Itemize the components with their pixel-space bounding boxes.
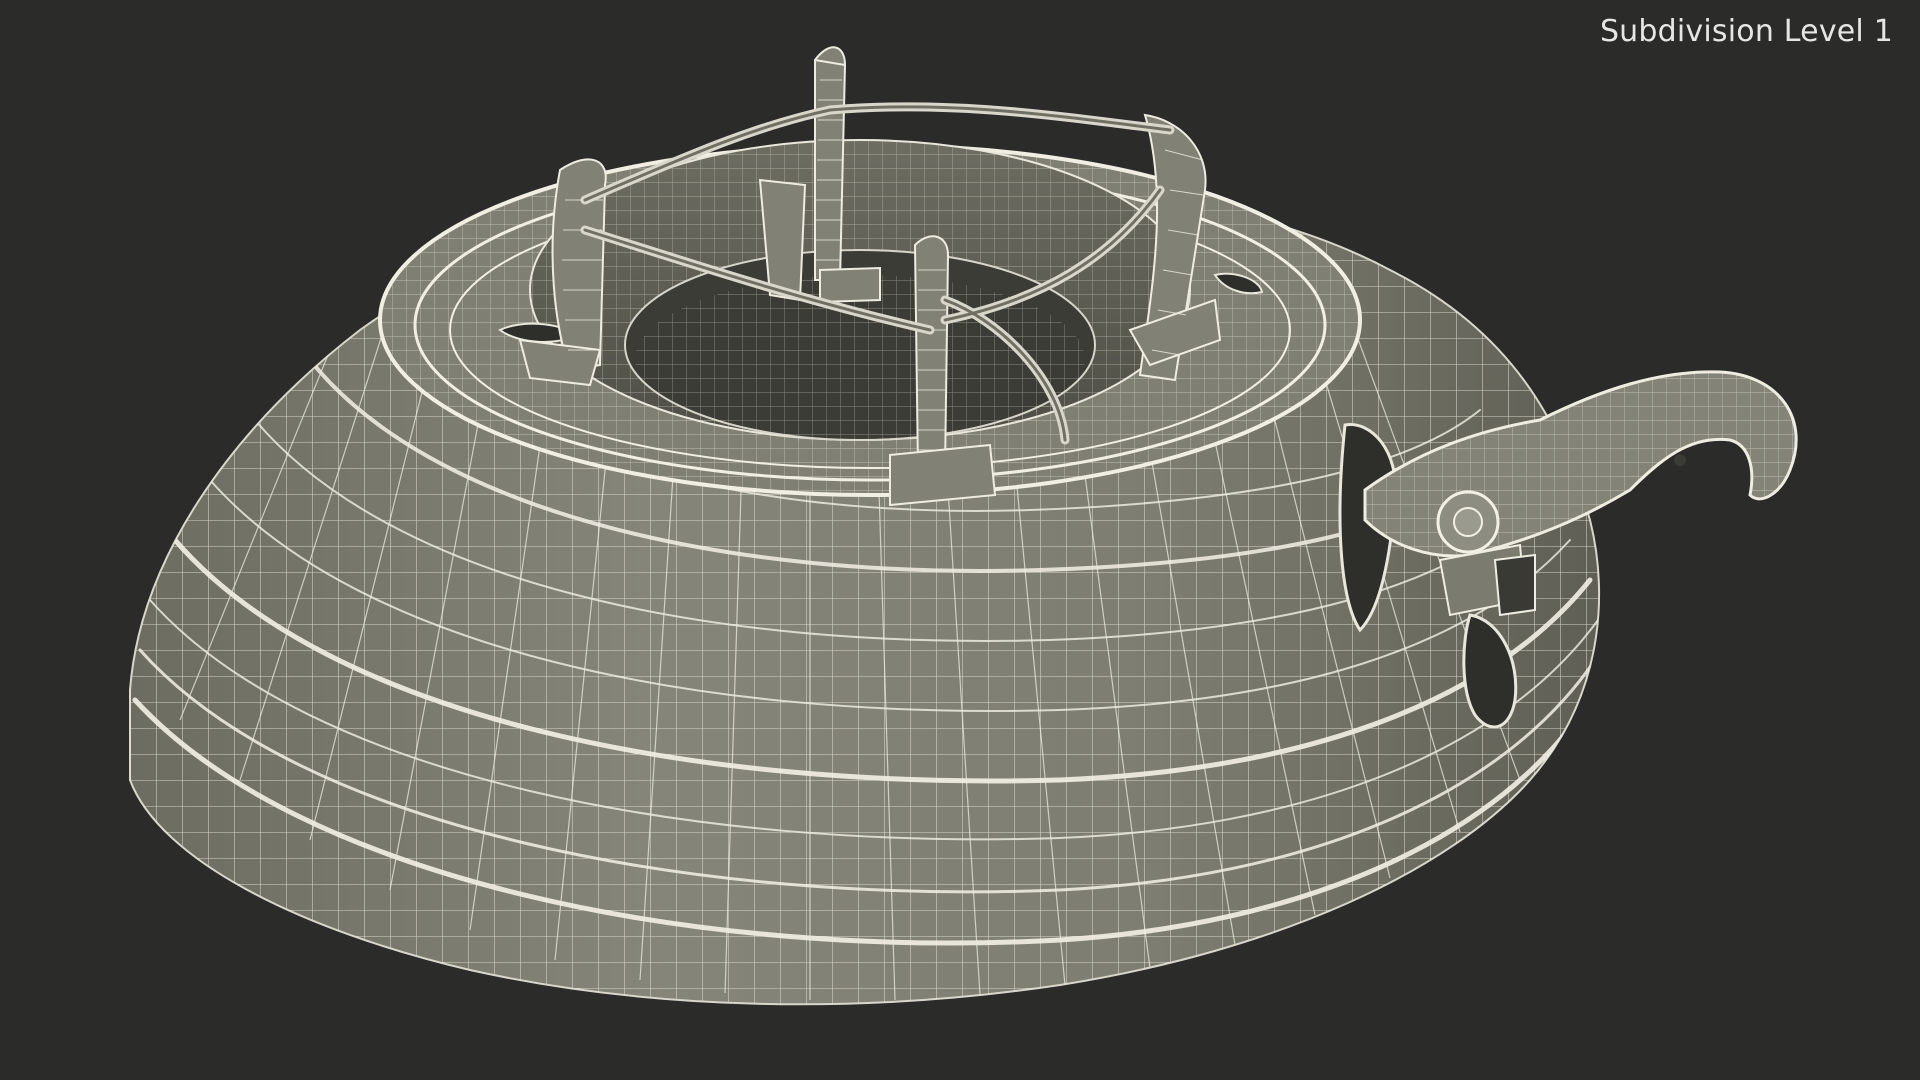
subdivision-level-label: Subdivision Level 1 (1599, 14, 1893, 49)
3d-viewport[interactable]: Subdivision Level 1 (0, 0, 1920, 1080)
tree-stand-wireframe-model (129, 46, 1798, 1006)
